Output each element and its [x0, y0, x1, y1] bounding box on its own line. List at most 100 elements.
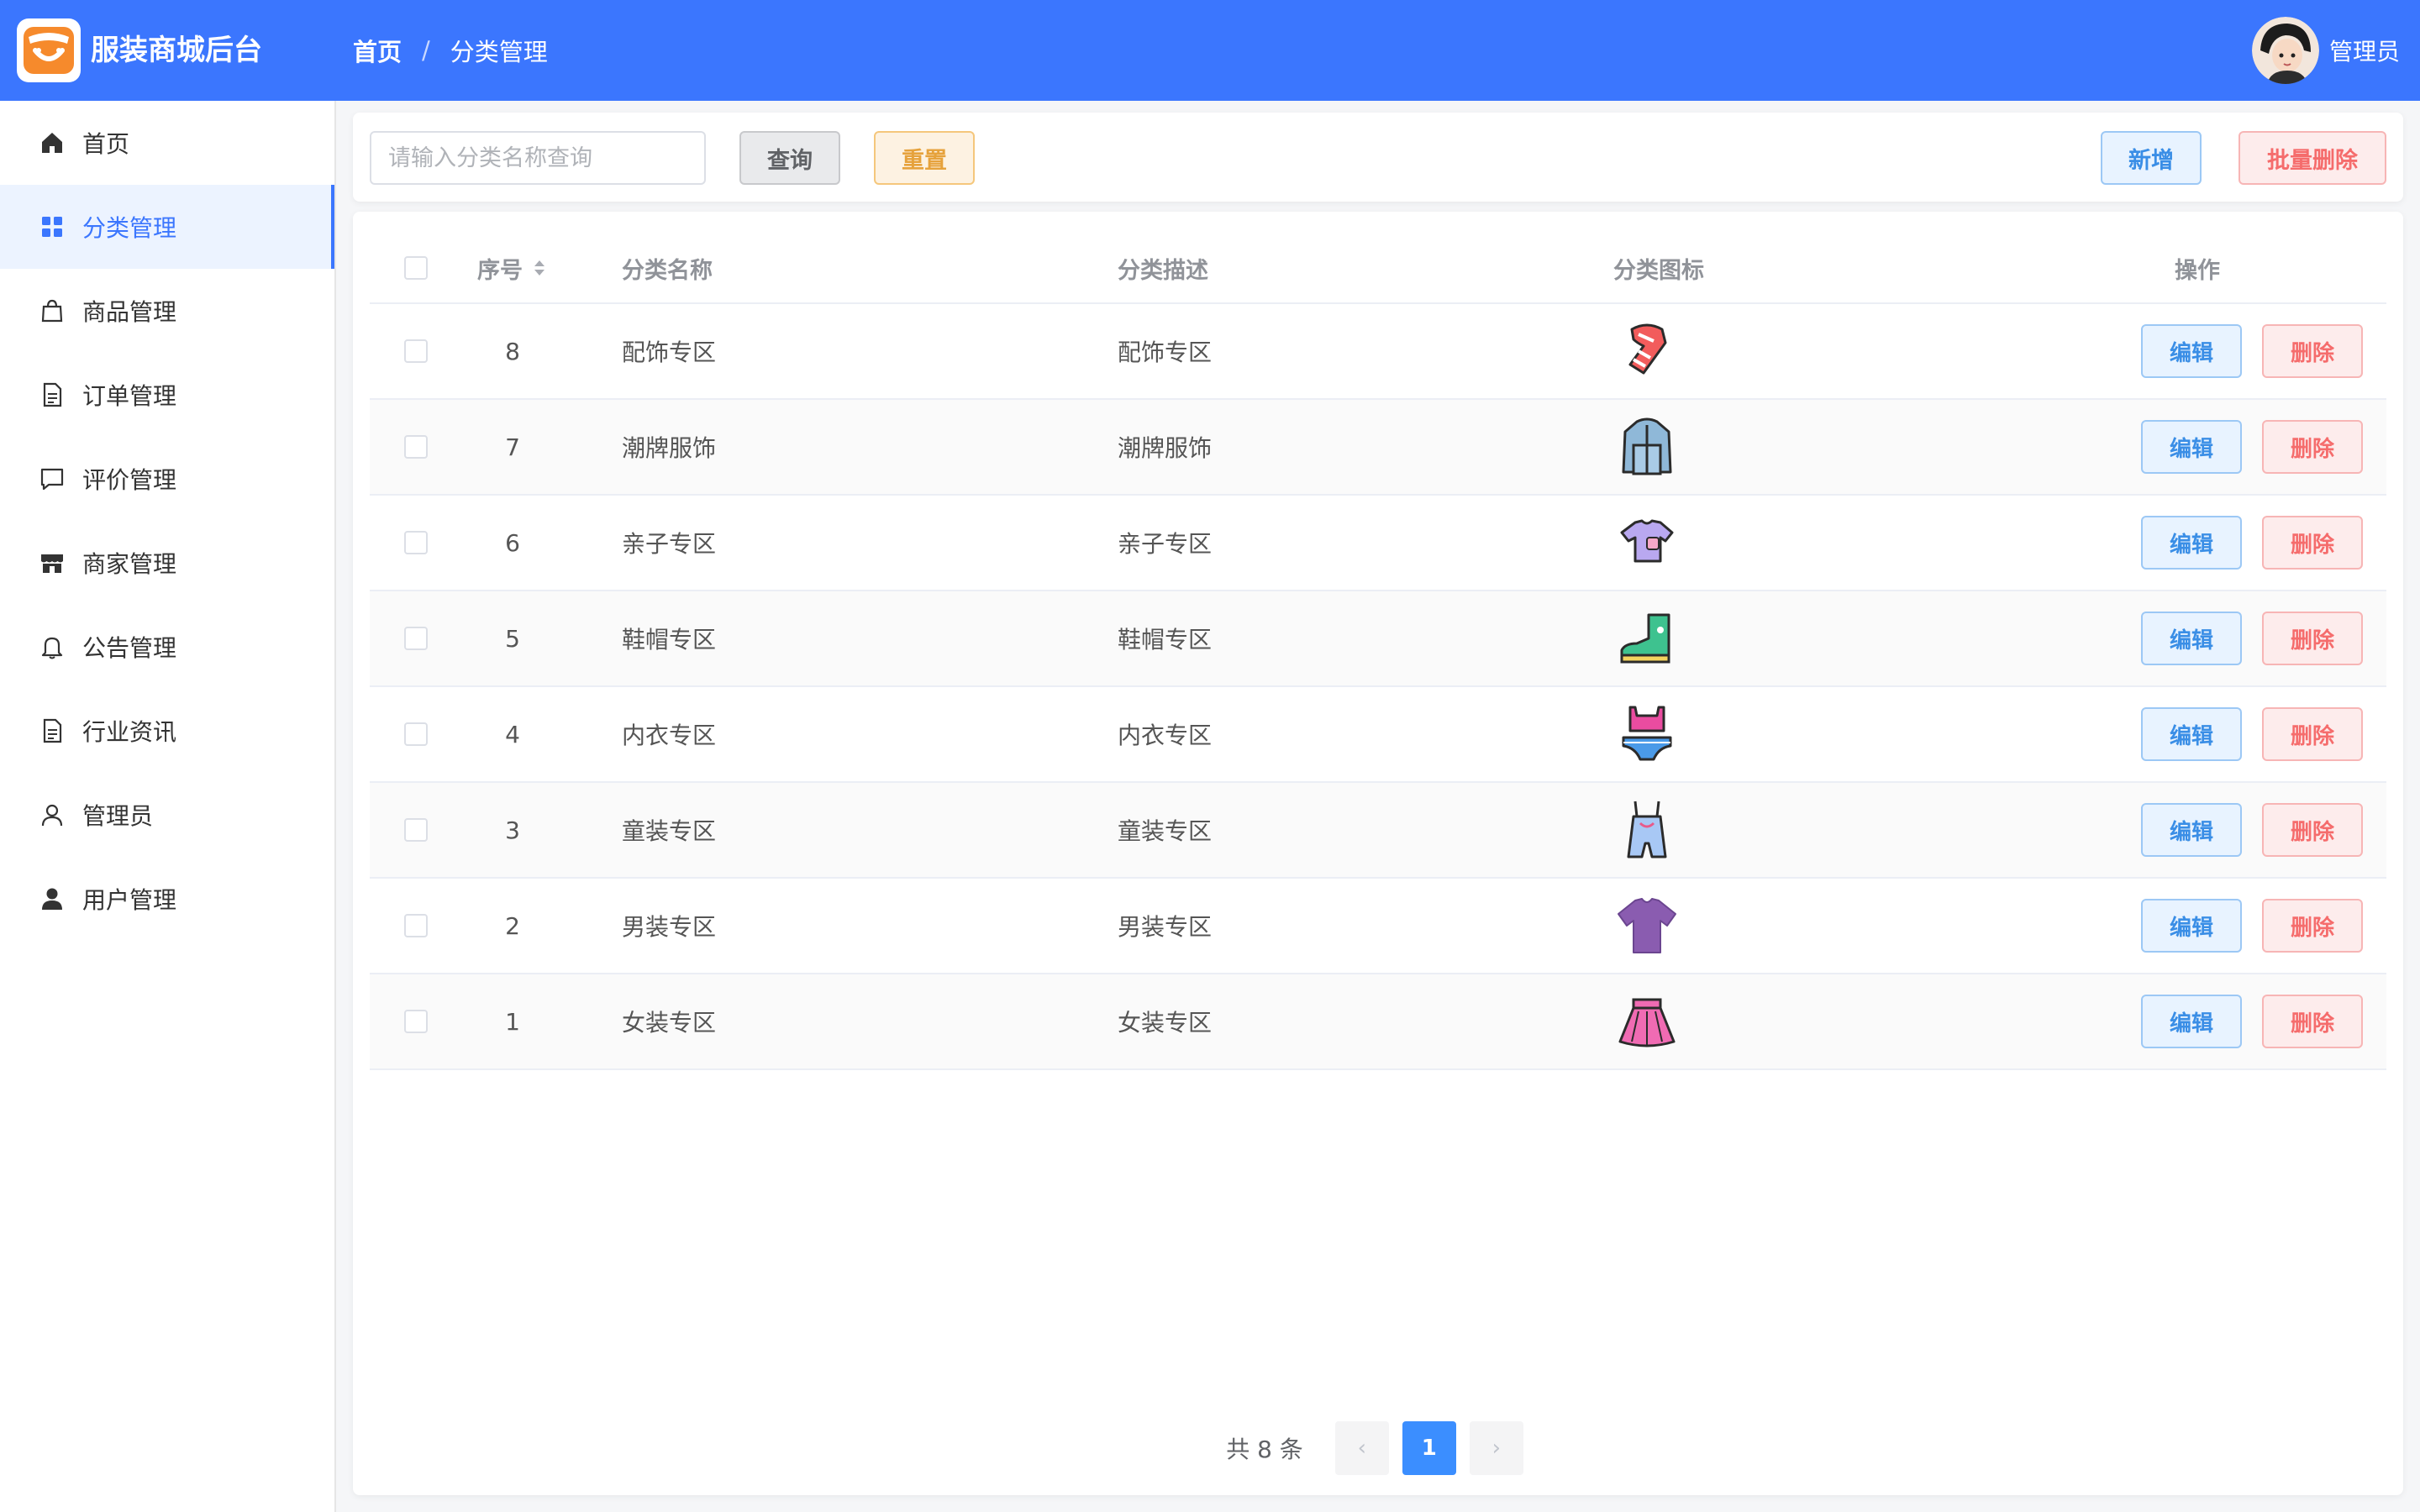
row-desc: 潮牌服饰 [1118, 434, 1213, 462]
sidebar-item-label: 订单管理 [82, 382, 177, 410]
delete-button[interactable]: 删除 [2262, 995, 2363, 1048]
row-name: 内衣专区 [622, 722, 717, 749]
boot-icon [1613, 605, 1681, 672]
user-menu[interactable]: 管理员 [2251, 0, 2400, 101]
header-desc: 分类描述 [1118, 257, 1208, 284]
row-checkbox-cell [403, 591, 429, 685]
edit-button[interactable]: 编辑 [2141, 803, 2242, 857]
sidebar-item-merchants[interactable]: 商家管理 [0, 521, 334, 605]
delete-button[interactable]: 删除 [2262, 420, 2363, 474]
user-name[interactable]: 管理员 [2329, 34, 2400, 67]
row-desc: 男装专区 [1118, 913, 1213, 941]
table-row: 1 女装专区 女装专区 编辑 删除 [370, 974, 2386, 1070]
edit-button[interactable]: 编辑 [2141, 420, 2242, 474]
breadcrumb-home[interactable]: 首页 [353, 33, 402, 68]
row-checkbox[interactable] [404, 1010, 428, 1033]
header-name: 分类名称 [622, 257, 713, 284]
sidebar-item-label: 首页 [82, 130, 130, 158]
row-name: 女装专区 [622, 1009, 717, 1037]
row-desc: 配饰专区 [1118, 339, 1213, 366]
sort-icon[interactable] [531, 258, 548, 278]
sidebar-item-comments[interactable]: 评价管理 [0, 437, 334, 521]
row-checkbox[interactable] [404, 818, 428, 842]
edit-button[interactable]: 编辑 [2141, 899, 2242, 953]
row-checkbox-cell [403, 496, 429, 590]
delete-button[interactable]: 删除 [2262, 803, 2363, 857]
add-button[interactable]: 新增 [2101, 131, 2202, 185]
row-desc: 鞋帽专区 [1118, 626, 1213, 654]
sidebar-item-users[interactable]: 用户管理 [0, 857, 334, 941]
user-outline-icon [39, 801, 66, 828]
header-icon: 分类图标 [1613, 257, 1704, 284]
edit-button[interactable]: 编辑 [2141, 707, 2242, 761]
edit-button[interactable]: 编辑 [2141, 516, 2242, 570]
header-seq-label: 序号 [477, 257, 523, 284]
reset-button[interactable]: 重置 [874, 131, 975, 185]
chat-icon [39, 465, 66, 492]
row-name: 潮牌服饰 [622, 434, 717, 462]
sidebar-item-category[interactable]: 分类管理 [0, 185, 334, 269]
row-actions: 编辑 删除 [2134, 496, 2370, 590]
sidebar-item-label: 用户管理 [82, 886, 177, 914]
row-seq: 2 [505, 911, 520, 940]
delete-button[interactable]: 删除 [2262, 707, 2363, 761]
shop-icon [39, 549, 66, 576]
row-checkbox[interactable] [404, 914, 428, 937]
shopping-bag-icon [39, 297, 66, 324]
table-row: 8 配饰专区 配饰专区 编辑 删除 [370, 304, 2386, 400]
avatar[interactable] [2251, 17, 2319, 84]
table-body: 8 配饰专区 配饰专区 编辑 删除 7 潮牌服饰 潮牌服饰 编辑 删除 6 亲子… [370, 304, 2386, 1070]
sidebar-item-news[interactable]: 行业资讯 [0, 689, 334, 773]
sidebar-item-label: 行业资讯 [82, 718, 177, 746]
sidebar-item-orders[interactable]: 订单管理 [0, 353, 334, 437]
kids-shirt-icon [1613, 509, 1681, 576]
sidebar-item-label: 分类管理 [82, 214, 177, 242]
delete-button[interactable]: 删除 [2262, 899, 2363, 953]
row-seq: 6 [505, 528, 520, 557]
grid-icon [39, 213, 66, 240]
row-icon-cell [1613, 496, 1739, 590]
sidebar-item-admins[interactable]: 管理员 [0, 773, 334, 857]
category-search-input[interactable] [370, 131, 706, 185]
batch-delete-button[interactable]: 批量删除 [2238, 131, 2386, 185]
sidebar-item-home[interactable]: 首页 [0, 101, 334, 185]
edit-button[interactable]: 编辑 [2141, 324, 2242, 378]
row-icon-cell [1613, 591, 1739, 685]
row-actions: 编辑 删除 [2134, 400, 2370, 494]
row-icon-cell [1613, 304, 1739, 398]
document-icon [39, 381, 66, 408]
top-header: 服装商城后台 首页 / 分类管理 管理员 [0, 0, 2420, 101]
row-checkbox[interactable] [404, 339, 428, 363]
sidebar-item-notices[interactable]: 公告管理 [0, 605, 334, 689]
row-checkbox[interactable] [404, 531, 428, 554]
row-actions: 编辑 删除 [2134, 304, 2370, 398]
row-name: 童装专区 [622, 817, 717, 845]
bell-icon [39, 633, 66, 660]
delete-button[interactable]: 删除 [2262, 324, 2363, 378]
sidebar-item-label: 公告管理 [82, 634, 177, 662]
scarf-icon [1613, 318, 1681, 385]
row-checkbox[interactable] [404, 435, 428, 459]
query-button[interactable]: 查询 [739, 131, 840, 185]
table-row: 5 鞋帽专区 鞋帽专区 编辑 删除 [370, 591, 2386, 687]
delete-button[interactable]: 删除 [2262, 612, 2363, 665]
page-number-button[interactable]: 1 [1402, 1421, 1456, 1475]
row-actions: 编辑 删除 [2134, 591, 2370, 685]
select-all-checkbox[interactable] [404, 256, 428, 280]
row-checkbox-cell [403, 783, 429, 877]
edit-button[interactable]: 编辑 [2141, 995, 2242, 1048]
row-checkbox[interactable] [404, 627, 428, 650]
prev-page-button[interactable]: ‹ [1334, 1421, 1389, 1475]
search-toolbar: 查询 重置 新增 批量删除 [353, 113, 2403, 202]
row-actions: 编辑 删除 [2134, 687, 2370, 781]
next-page-button[interactable]: › [1469, 1421, 1523, 1475]
sidebar-item-goods[interactable]: 商品管理 [0, 269, 334, 353]
header-checkbox-cell [403, 234, 429, 302]
edit-button[interactable]: 编辑 [2141, 612, 2242, 665]
header-seq[interactable]: 序号 [462, 234, 563, 302]
row-name: 亲子专区 [622, 530, 717, 558]
breadcrumb-current: 分类管理 [450, 38, 548, 66]
delete-button[interactable]: 删除 [2262, 516, 2363, 570]
tshirt-icon [1613, 892, 1681, 959]
row-checkbox[interactable] [404, 722, 428, 746]
